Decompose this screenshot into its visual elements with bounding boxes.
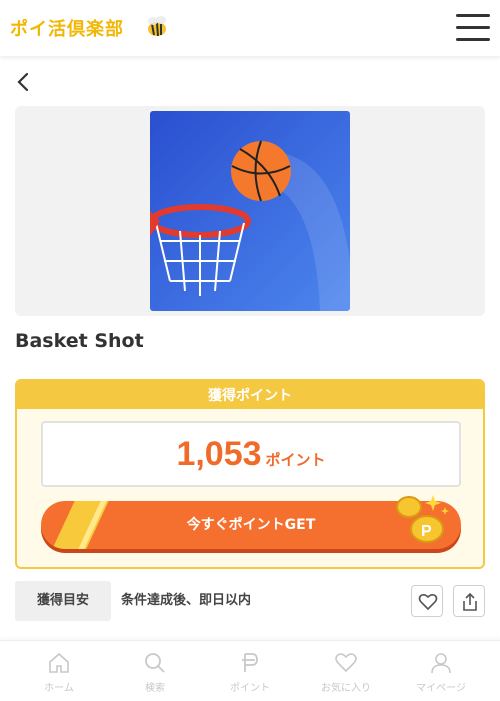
tab-favorites[interactable]: お気に入り [296,641,396,701]
user-icon [431,653,451,674]
app-title: Basket Shot [15,330,144,352]
points-card: 獲得ポイント 1,053 ポイント 今すぐポイントGET P [15,379,485,569]
reward-timing-value: 条件達成後、即日以内 [121,593,252,608]
tab-home[interactable]: ホーム [9,641,109,701]
home-icon [49,652,69,673]
tab-points[interactable]: ポイント [200,641,300,701]
share-button[interactable] [453,585,485,617]
svg-text:P: P [421,523,432,540]
heart-icon [418,593,438,611]
tab-label-mypage: マイページ [416,683,466,694]
favorite-button[interactable] [411,585,443,617]
reward-timing-label: 獲得目安 [15,581,111,621]
points-value: 1,053 [176,435,262,473]
tab-mypage[interactable]: マイページ [391,641,491,701]
tab-search[interactable]: 検索 [105,641,205,701]
app-header: ポイ活倶楽部 [0,0,500,56]
tab-label-favorites: お気に入り [321,683,371,694]
points-value-box: 1,053 ポイント [41,421,461,487]
bee-icon [148,16,166,37]
tab-label-home: ホーム [44,683,74,694]
tab-label-points: ポイント [230,683,270,694]
points-header: 獲得ポイント [17,381,483,409]
search-icon [145,653,165,673]
hamburger-menu-icon[interactable] [456,14,490,42]
share-icon [463,592,477,611]
point-p-icon [242,653,258,672]
basketball-hoop-icon [150,111,350,311]
site-logo[interactable]: ポイ活倶楽部 [10,15,124,41]
points-unit: ポイント [265,451,326,469]
heart-icon [335,653,357,673]
reward-timing-row: 獲得目安 条件達成後、即日以内 [15,581,485,621]
tab-label-search: 検索 [145,683,165,694]
gold-coins-icon: P [396,495,449,543]
chevron-left-icon[interactable] [14,70,34,94]
bottom-tab-bar: ホーム 検索 ポイント お気に入り マイページ [0,640,500,700]
app-image-panel [15,106,485,316]
